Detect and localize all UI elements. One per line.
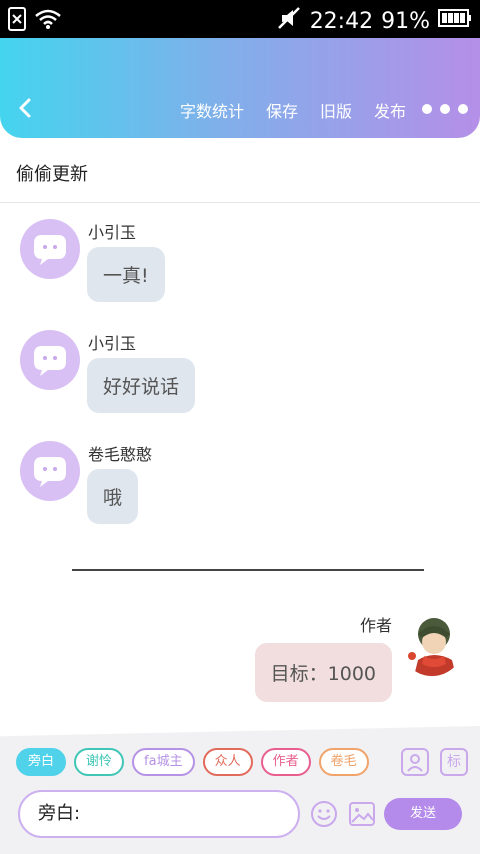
avatar[interactable] xyxy=(20,219,80,279)
word-count-button[interactable]: 字数统计 xyxy=(180,98,244,122)
sim-card-icon xyxy=(8,7,26,35)
user-icon xyxy=(407,754,423,772)
chevron-left-icon xyxy=(19,98,31,118)
author-sender-name: 作者 xyxy=(359,616,392,635)
battery-percent: 91% xyxy=(381,8,430,34)
message-bubble[interactable]: 好好说话 xyxy=(87,358,196,413)
sender-name: 小引玉 xyxy=(88,223,137,242)
role-tag[interactable]: 旁白 xyxy=(16,748,67,776)
chat-bubble-face-icon xyxy=(34,346,66,376)
role-tag[interactable]: 卷毛 xyxy=(318,748,369,776)
battery-icon xyxy=(438,8,472,34)
avatar[interactable] xyxy=(20,330,80,390)
save-button[interactable]: 保存 xyxy=(266,98,298,122)
chat-bubble-face-icon xyxy=(34,457,66,487)
mute-icon xyxy=(276,6,302,36)
status-bar: 22:42 91% xyxy=(0,0,480,38)
more-dots-icon[interactable] xyxy=(422,104,468,114)
smiley-icon xyxy=(311,801,337,827)
role-tag[interactable]: 作者 xyxy=(260,748,311,776)
header-actions: 字数统计 保存 旧版 发布 xyxy=(180,98,406,122)
publish-button[interactable]: 发布 xyxy=(374,98,406,122)
send-button[interactable]: 发送 xyxy=(384,798,462,830)
message-input[interactable]: 旁白: xyxy=(18,790,300,838)
wifi-icon xyxy=(34,8,62,34)
app-header: 字数统计 保存 旧版 发布 xyxy=(0,38,480,138)
old-version-button[interactable]: 旧版 xyxy=(320,98,352,122)
role-tag[interactable]: 众人 xyxy=(202,748,253,776)
chat-bubble-face-icon xyxy=(34,235,66,265)
role-tag-row[interactable]: 旁白 谢怜 fa城主 众人 作者 卷毛 xyxy=(16,748,388,778)
image-button[interactable] xyxy=(348,800,376,828)
emoji-button[interactable] xyxy=(310,800,338,828)
character-avatar-icon xyxy=(400,612,464,676)
role-tag[interactable]: 谢怜 xyxy=(74,748,125,776)
image-icon xyxy=(349,802,375,826)
status-time: 22:42 xyxy=(309,8,374,34)
page-title: 偷偷更新 xyxy=(16,164,88,185)
chat-divider xyxy=(72,569,424,571)
message-bubble[interactable]: 哦 xyxy=(87,469,139,524)
message-bubble[interactable]: 一真! xyxy=(87,247,165,302)
role-manage-button[interactable] xyxy=(401,748,429,776)
tag-button[interactable]: 标 xyxy=(440,748,468,776)
divider xyxy=(0,202,480,203)
role-tag[interactable]: fa城主 xyxy=(132,748,195,776)
sender-name: 小引玉 xyxy=(88,334,137,353)
avatar[interactable] xyxy=(20,441,80,501)
author-avatar[interactable] xyxy=(400,612,464,676)
sender-name: 卷毛憨憨 xyxy=(88,445,153,464)
back-button[interactable] xyxy=(12,94,40,122)
author-message-bubble[interactable]: 目标：1000 xyxy=(254,643,392,702)
